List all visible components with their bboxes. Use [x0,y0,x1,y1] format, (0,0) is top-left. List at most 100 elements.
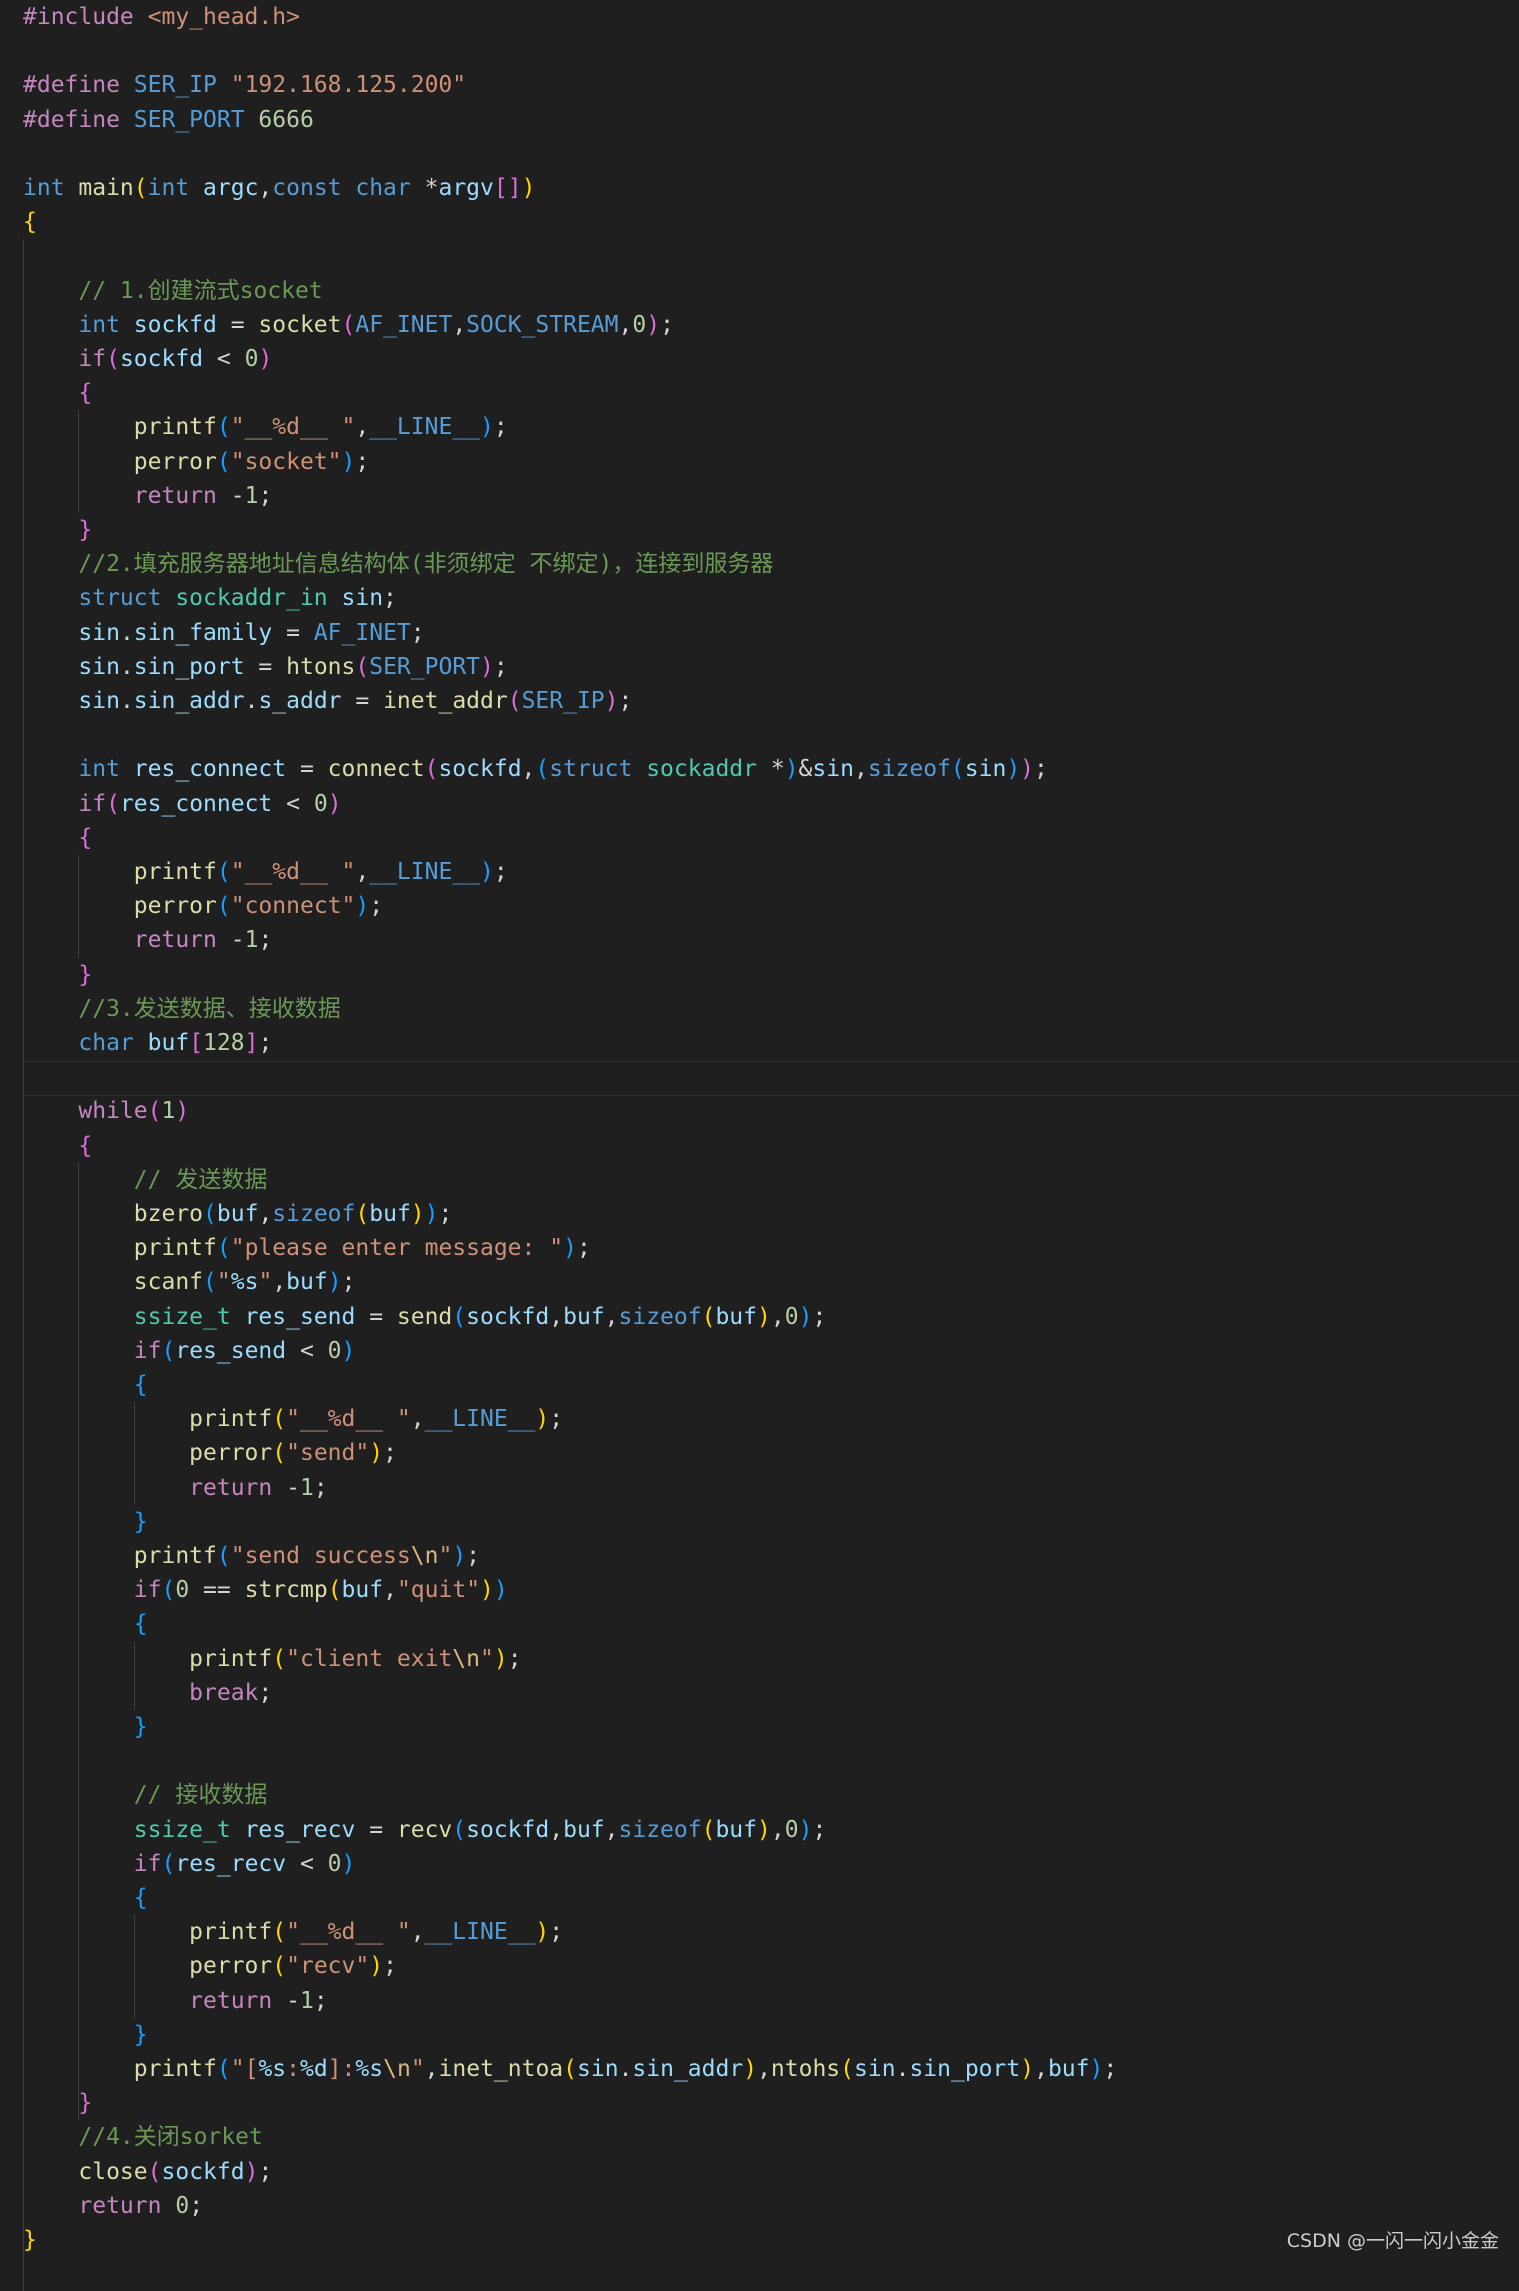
code-line[interactable]: printf("please enter message: "); [23,1231,591,1265]
code-token: __LINE__ [424,1919,536,1946]
code-line[interactable]: struct sockaddr_in sin; [23,581,397,615]
code-line[interactable]: ssize_t res_recv = recv(sockfd,buf,sizeo… [23,1813,827,1847]
code-line[interactable]: printf("__%d__ ",__LINE__); [23,1915,563,1949]
code-line[interactable]: printf("__%d__ ",__LINE__); [23,410,508,444]
code-token: ; [355,448,370,475]
code-line[interactable]: if(sockfd < 0) [23,342,272,376]
code-line[interactable]: //3.发送数据、接收数据 [23,992,340,1026]
code-token: ( [272,1919,287,1946]
code-line[interactable]: { [23,821,92,855]
code-token: ; [258,1679,273,1706]
code-line[interactable]: // 1.创建流式socket [23,274,322,308]
code-token: . [119,653,134,680]
code-line[interactable]: while(1) [23,1094,189,1128]
code-line[interactable]: perror("connect"); [23,889,383,923]
code-line[interactable]: sin.sin_family = AF_INET; [23,616,424,650]
code-line[interactable]: if(res_recv < 0) [23,1847,356,1881]
code-token: = [286,756,328,783]
code-line[interactable]: perror("send"); [23,1436,397,1470]
code-token: , [424,2056,439,2082]
code-token: while [78,1098,148,1125]
code-line[interactable]: ssize_t res_send = send(sockfd,buf,sizeo… [23,1300,827,1334]
code-line[interactable]: printf("send success\n"); [23,1539,480,1573]
code-line[interactable]: } [23,513,92,547]
code-line[interactable]: //2.填充服务器地址信息结构体(非须绑定 不绑定)，连接到服务器 [23,547,773,581]
code-line[interactable]: perror("socket"); [23,445,369,479]
code-line[interactable]: int main(int argc,const char *argv[]) [23,171,535,205]
code-line[interactable]: printf("__%d__ ",__LINE__); [23,1402,563,1436]
code-token: ( [355,653,370,680]
code-line[interactable]: printf("client exit\n"); [23,1642,521,1676]
code-token: buf [563,1303,605,1330]
code-line[interactable]: printf("[%s:%d]:%s\n",inet_ntoa(sin.sin_… [23,2052,1117,2086]
code-line[interactable]: } [23,1710,148,1744]
code-token: ) [493,1645,508,1672]
code-token: ; [576,1235,591,1262]
code-token: == [189,1577,245,1604]
code-line[interactable]: //4.关闭sorket [23,2120,262,2154]
code-line[interactable]: } [23,2223,37,2257]
code-token: ) [1020,756,1035,783]
code-line[interactable]: return -1; [23,923,273,957]
code-token: sockaddr [646,756,771,783]
code-line[interactable]: } [23,958,92,992]
code-token: ( [950,756,965,783]
code-token: ) [452,1543,467,1569]
code-line[interactable]: if(res_connect < 0) [23,787,341,821]
code-token: printf [189,1406,273,1433]
code-line[interactable]: return -1; [23,1984,328,2018]
code-token: ; [341,1269,356,1296]
code-line[interactable]: { [23,1607,148,1641]
code-token: . [119,688,134,714]
code-line[interactable]: } [23,2086,92,2120]
code-line[interactable]: return 0; [23,2189,203,2223]
code-line[interactable]: char buf[128]; [23,1026,272,1060]
code-line[interactable]: int res_connect = connect(sockfd,(struct… [23,752,1048,786]
code-token: inet_addr [383,688,508,714]
code-token: ( [272,1645,287,1672]
code-line[interactable]: { [23,1129,92,1163]
code-line[interactable]: } [23,1505,148,1539]
code-line[interactable]: #include <my_head.h> [23,0,300,34]
code-line[interactable]: if(0 == strcmp(buf,"quit")) [23,1573,508,1607]
code-line[interactable]: sin.sin_port = htons(SER_PORT); [23,650,507,684]
code-line[interactable]: return -1; [23,1471,328,1505]
code-token: = [272,619,314,646]
code-line[interactable]: bzero(buf,sizeof(buf)); [23,1197,453,1231]
code-line[interactable]: // 发送数据 [23,1163,268,1197]
code-token: ( [203,1201,217,1227]
code-line[interactable]: sin.sin_addr.s_addr = inet_addr(SER_IP); [23,684,632,718]
code-line[interactable]: int sockfd = socket(AF_INET,SOCK_STREAM,… [23,308,674,342]
code-line[interactable]: // 接收数据 [23,1778,268,1812]
code-line[interactable]: { [23,1881,148,1915]
code-token: ) [341,1850,356,1877]
code-line[interactable]: #define SER_IP "192.168.125.200" [23,68,466,102]
code-token: ( [216,2056,231,2082]
code-line[interactable]: { [23,205,37,239]
code-line[interactable]: if(res_send < 0) [23,1334,356,1368]
code-line[interactable]: return -1; [23,479,273,513]
code-token: 1 [299,1987,314,2014]
code-token: return [189,1474,287,1501]
code-token: ( [216,859,231,885]
code-token: if [133,1337,162,1364]
code-token: sin [78,653,120,680]
code-token: ( [203,1269,217,1296]
code-line[interactable]: perror("recv"); [23,1949,397,1983]
code-line[interactable]: printf("__%d__ ",__LINE__); [23,855,508,889]
code-line[interactable]: { [23,1368,148,1402]
code-line[interactable]: scanf("%s",buf); [23,1265,356,1299]
code-line[interactable]: #define SER_PORT 6666 [23,103,314,137]
code-token: ) [175,1098,190,1125]
code-line[interactable]: } [23,2018,148,2052]
code-line[interactable]: break; [23,1676,272,1710]
code-token: return [189,1987,287,2014]
code-line[interactable]: close(sockfd); [23,2155,272,2189]
code-token: #define [23,72,134,99]
code-line[interactable]: { [23,376,92,410]
code-token: , [604,1816,619,1843]
code-token: sizeof [867,756,951,783]
code-editor[interactable]: #include <my_head.h> #define SER_IP "192.… [0,0,1519,2291]
